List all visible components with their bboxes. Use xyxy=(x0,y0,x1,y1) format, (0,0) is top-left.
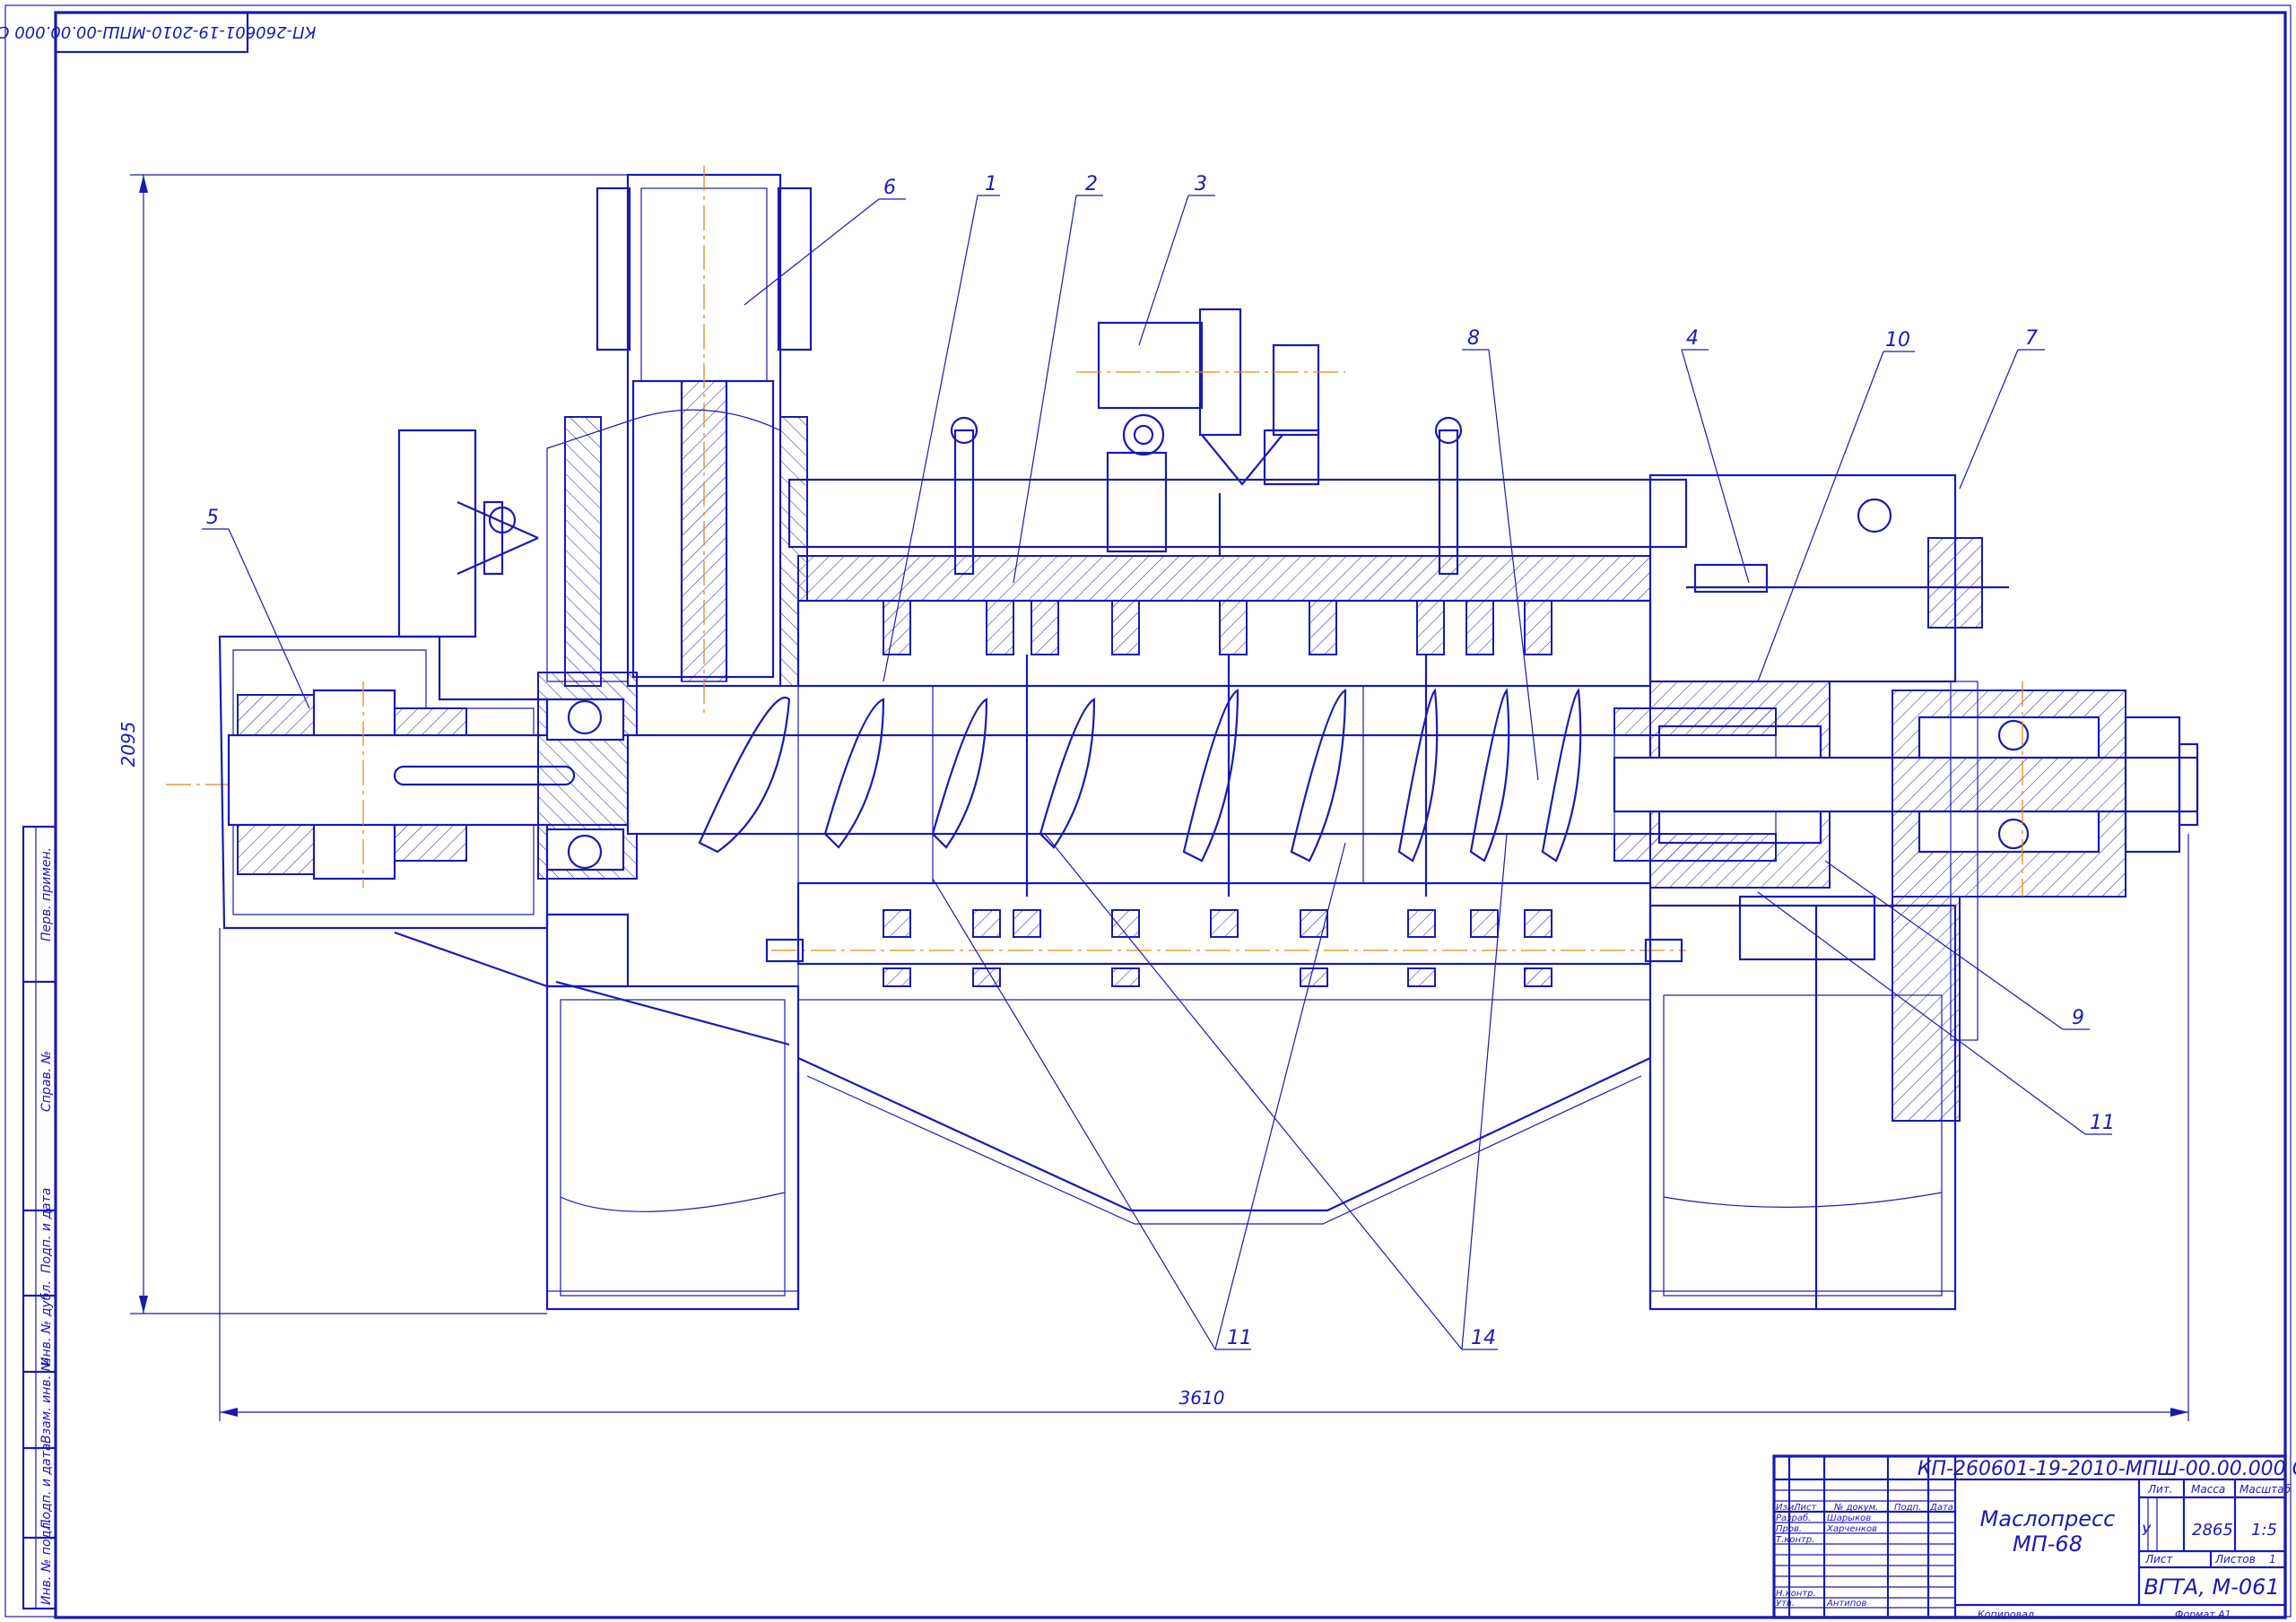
tb-lit-label: Лит. xyxy=(2147,1483,2173,1496)
left-strip: Перв. примен. Справ. № Подп. и дата Инв.… xyxy=(22,825,57,1610)
top-code-text: КП-260601-19-2010-МПШ-00.00.000 СБ xyxy=(0,22,316,41)
callout-10: 10 xyxy=(1885,329,1910,351)
screw-barrel xyxy=(765,416,1688,1001)
tb-copied: Копировал xyxy=(1978,1609,2034,1620)
callout-3: 3 xyxy=(1195,173,1207,195)
tb-name-1: Маслопресс xyxy=(1980,1506,2116,1531)
tb-col-list: Лист xyxy=(1793,1503,1818,1513)
callout-4: 4 xyxy=(1686,327,1699,350)
strip-cell-2: Справ. № xyxy=(39,1051,54,1112)
tb-lit-value: У xyxy=(2142,1522,2152,1539)
tb-mass-label: Масса xyxy=(2191,1483,2225,1496)
tb-person-6: Антипов xyxy=(1826,1599,1866,1609)
strip-cell-1: Перв. примен. xyxy=(39,847,54,941)
assembly-drawing-sheet: КП-260601-19-2010-МПШ-00.00.000 СБ Перв.… xyxy=(0,4,2296,1620)
tb-role-6: Утв. xyxy=(1776,1599,1795,1609)
tb-name-2: МП-68 xyxy=(2013,1531,2083,1557)
callout-6: 6 xyxy=(883,177,896,199)
tb-scale-value: 1:5 xyxy=(2251,1521,2277,1540)
tb-format: Формат А1 xyxy=(2175,1609,2231,1620)
strip-cell-5: Взам. инв. № xyxy=(39,1358,54,1444)
tb-person-1: Шарыков xyxy=(1827,1514,1871,1523)
tb-person-2: Харченков xyxy=(1826,1524,1877,1534)
strip-cell-6: Подп. и дата xyxy=(39,1444,54,1529)
tb-mass-value: 2865 xyxy=(2192,1521,2233,1540)
right-assembly xyxy=(1613,473,2199,1122)
tb-role-2: Пров. xyxy=(1776,1524,1802,1534)
callout-2: 2 xyxy=(1085,173,1098,195)
height-dimension: 2095 xyxy=(117,722,139,768)
tb-code: КП-260601-19-2010-МПШ-00.00.000 СБ xyxy=(1918,1458,2296,1480)
strip-cell-4: Инв. № дубл. xyxy=(39,1280,54,1366)
callout-5: 5 xyxy=(206,507,219,529)
callout-11-right: 11 xyxy=(2090,1112,2115,1134)
callout-8: 8 xyxy=(1467,327,1480,350)
callout-7: 7 xyxy=(2025,327,2038,350)
title-block: КП-260601-19-2010-МПШ-00.00.000 СБ Масло… xyxy=(1772,1454,2296,1620)
tb-role-3: Т.контр. xyxy=(1776,1535,1814,1545)
callout-9: 9 xyxy=(2072,1007,2084,1029)
tb-sheets-value: 1 xyxy=(2269,1553,2276,1566)
strip-cell-7: Инв. № подл. xyxy=(39,1518,54,1605)
screw-shaft xyxy=(626,655,1652,897)
callout-11-bottom: 11 xyxy=(1227,1327,1252,1349)
tb-col-date: Дата xyxy=(1929,1503,1953,1513)
width-dimension: 3610 xyxy=(1179,1387,1225,1409)
tb-sheets-label: Листов xyxy=(2214,1553,2256,1566)
vertical-drive xyxy=(564,166,813,717)
top-code-stamp: КП-260601-19-2010-МПШ-00.00.000 СБ xyxy=(0,11,316,54)
tb-role-5: Н.контр. xyxy=(1776,1589,1816,1599)
tb-col-doc: № докум. xyxy=(1833,1503,1878,1513)
callout-1: 1 xyxy=(985,173,997,195)
top-drive xyxy=(1076,308,1345,556)
tb-sheet-label: Лист xyxy=(2144,1553,2173,1566)
tb-scale-label: Масштаб xyxy=(2239,1483,2292,1496)
strip-cell-3: Подп. и дата xyxy=(39,1188,54,1273)
tb-org: ВГТА, М-061 xyxy=(2144,1574,2279,1600)
callout-14: 14 xyxy=(1471,1327,1496,1349)
tb-col-sign: Подп. xyxy=(1894,1503,1921,1513)
tb-role-1: Разраб. xyxy=(1776,1513,1811,1523)
